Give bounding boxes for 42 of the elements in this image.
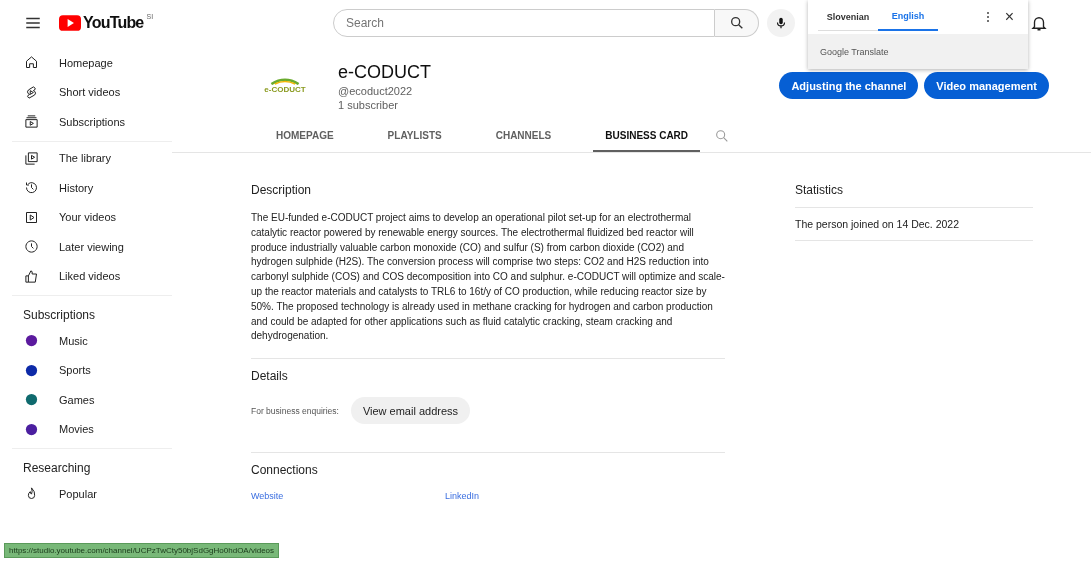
join-date: The person joined on 14 Dec. 2022 bbox=[795, 208, 1033, 241]
section-heading: Statistics bbox=[795, 183, 1033, 208]
sidebar-item[interactable]: History bbox=[12, 173, 172, 203]
sidebar-item[interactable]: Later viewing bbox=[12, 232, 172, 262]
sidebar-item[interactable]: Popular bbox=[12, 479, 172, 509]
sidebar-item[interactable]: Liked videos bbox=[12, 261, 172, 291]
channel-tab[interactable]: HOMEPAGE bbox=[264, 120, 346, 152]
sidebar-item[interactable]: Short videos bbox=[12, 77, 172, 107]
section-title: Researching bbox=[22, 460, 92, 477]
logo-text[interactable]: YouTube bbox=[83, 13, 144, 33]
channel-button[interactable]: Adjusting the channel bbox=[779, 72, 919, 99]
status-url: https://studio.youtube.com/channel/UCPzTwCty50bjSdGgHo0hdOA/videos bbox=[4, 543, 280, 558]
section-heading: Description bbox=[251, 183, 313, 197]
subscriber-count: 1 subscriber bbox=[338, 98, 399, 111]
description-text: The EU-funded e-CODUCT project aims to develop an operational pilot set-up for an electrothermal catalytic reactor powered by renewable energy sources. The electrothermal fluidized bed reactor will produce industrially valuable carbon monoxide (CO) and sulfur (S) from carbon dioxide (CO2) and hydrogen sulphide (H2S). The conversion process will comprise two steps: CO2 and H2S reduction into carbonyl sulphide (COS) and COS decomposition into CO and sulphur. e-CODUCT will optimize and scale-up the reactor materials and catalysts to TRL6 to 16t/y of CO production, while reducing reactor size by 50%. The proposed technology is already used in methane cracking for hydrogen and carbon production and could be adapted for other applications such as fluid catalytic cracking, steam cracking and dehydrogenation. bbox=[251, 211, 725, 344]
logo-text: e-CODUCT bbox=[264, 85, 306, 94]
section-heading: Details bbox=[251, 369, 289, 384]
sidebar-item[interactable]: Sports bbox=[12, 355, 172, 385]
channel-button[interactable]: Video management bbox=[924, 72, 1049, 99]
channel-tab[interactable]: CHANNELS bbox=[483, 120, 564, 152]
channel-handle: @ecoduct2022 bbox=[338, 84, 414, 97]
close-button[interactable]: × bbox=[1000, 8, 1018, 26]
search-field[interactable]: Search bbox=[333, 9, 715, 37]
translate-brand: Google Translate bbox=[820, 46, 889, 57]
sidebar-item[interactable]: Games bbox=[12, 385, 172, 415]
sidebar-item[interactable]: Movies bbox=[12, 414, 172, 444]
sidebar-item[interactable]: Homepage bbox=[12, 48, 172, 78]
section-title: Subscriptions bbox=[22, 307, 97, 324]
channel-tab[interactable]: BUSINESS CARD bbox=[593, 120, 701, 152]
sidebar-item[interactable]: Music bbox=[12, 326, 172, 356]
channel-name: e-CODUCT bbox=[338, 61, 431, 83]
channel-tab[interactable]: PLAYLISTS bbox=[375, 120, 454, 152]
language-tab[interactable]: English bbox=[878, 3, 938, 31]
view-email-button[interactable]: View email address bbox=[350, 397, 471, 425]
field-label: For business enquiries: bbox=[251, 405, 339, 416]
sidebar-item[interactable]: Your videos bbox=[12, 202, 172, 232]
sidebar-item[interactable]: Subscriptions bbox=[12, 107, 172, 137]
language-tab[interactable]: Slovenian bbox=[818, 3, 878, 31]
connection-link[interactable]: LinkedIn bbox=[445, 491, 639, 502]
connection-link[interactable]: Website bbox=[251, 491, 445, 502]
sidebar-item[interactable]: The library bbox=[12, 143, 172, 173]
section-heading: Connections bbox=[251, 463, 319, 478]
